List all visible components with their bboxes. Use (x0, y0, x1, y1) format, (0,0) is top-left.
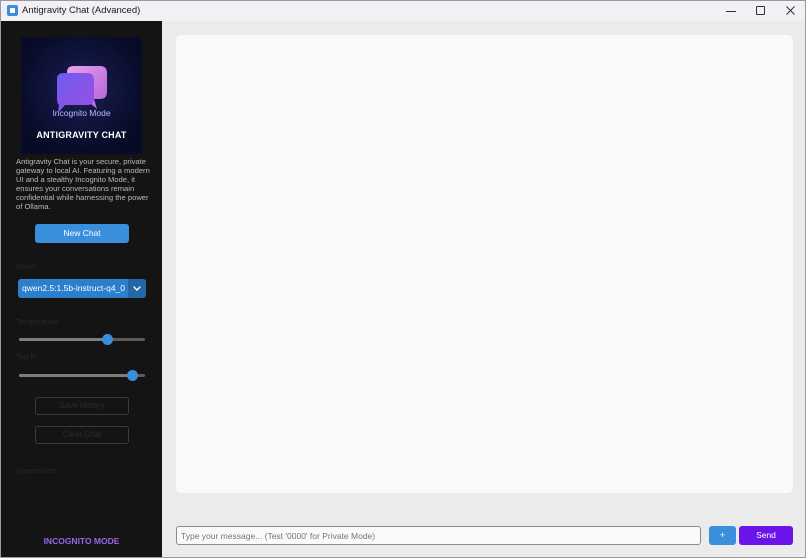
slider-thumb[interactable] (126, 370, 138, 381)
sidebar: Incognito Mode ANTIGRAVITY CHAT Antigrav… (1, 21, 162, 557)
send-button[interactable]: Send (739, 526, 793, 545)
clear-chat-button[interactable]: Clear Chat (35, 426, 129, 444)
model-select[interactable]: qwen2.5:1.5b-instruct-q4_0 (18, 279, 146, 298)
close-icon (786, 6, 795, 15)
chat-display[interactable] (176, 35, 793, 493)
model-dropdown-arrow[interactable] (128, 279, 146, 298)
app-icon (7, 5, 18, 16)
slider-fill (19, 374, 133, 377)
title-bar[interactable]: Antigravity Chat (Advanced) (1, 1, 805, 21)
chevron-down-icon (133, 286, 141, 291)
slider-thumb[interactable] (101, 334, 113, 345)
temperature-label: Temperature (16, 317, 59, 326)
minimize-button[interactable] (715, 1, 747, 21)
logo-overlay-text: Incognito Mode (52, 108, 111, 118)
maximize-button[interactable] (745, 1, 777, 21)
model-label: Model (16, 262, 37, 271)
attach-plus-button[interactable]: + (709, 526, 736, 545)
app-window: Antigravity Chat (Advanced) Incognito Mo… (0, 0, 806, 558)
save-history-button[interactable]: Save History (35, 397, 129, 415)
appearance-label: Appearance (16, 466, 57, 475)
incognito-mode-label: INCOGNITO MODE (43, 536, 120, 546)
window-title: Antigravity Chat (Advanced) (22, 5, 141, 16)
temperature-slider[interactable] (19, 333, 145, 345)
top-p-label: Top P (16, 352, 36, 361)
app-description: Antigravity Chat is your secure, private… (16, 157, 150, 211)
close-button[interactable] (775, 1, 805, 21)
model-selected-value: qwen2.5:1.5b-instruct-q4_0 (22, 283, 126, 293)
slider-fill (19, 338, 108, 341)
new-chat-button[interactable]: New Chat (35, 224, 129, 243)
logo: Incognito Mode ANTIGRAVITY CHAT (21, 37, 142, 154)
logo-title: ANTIGRAVITY CHAT (36, 130, 127, 140)
message-input[interactable] (176, 526, 701, 545)
top-p-slider[interactable] (19, 369, 145, 381)
